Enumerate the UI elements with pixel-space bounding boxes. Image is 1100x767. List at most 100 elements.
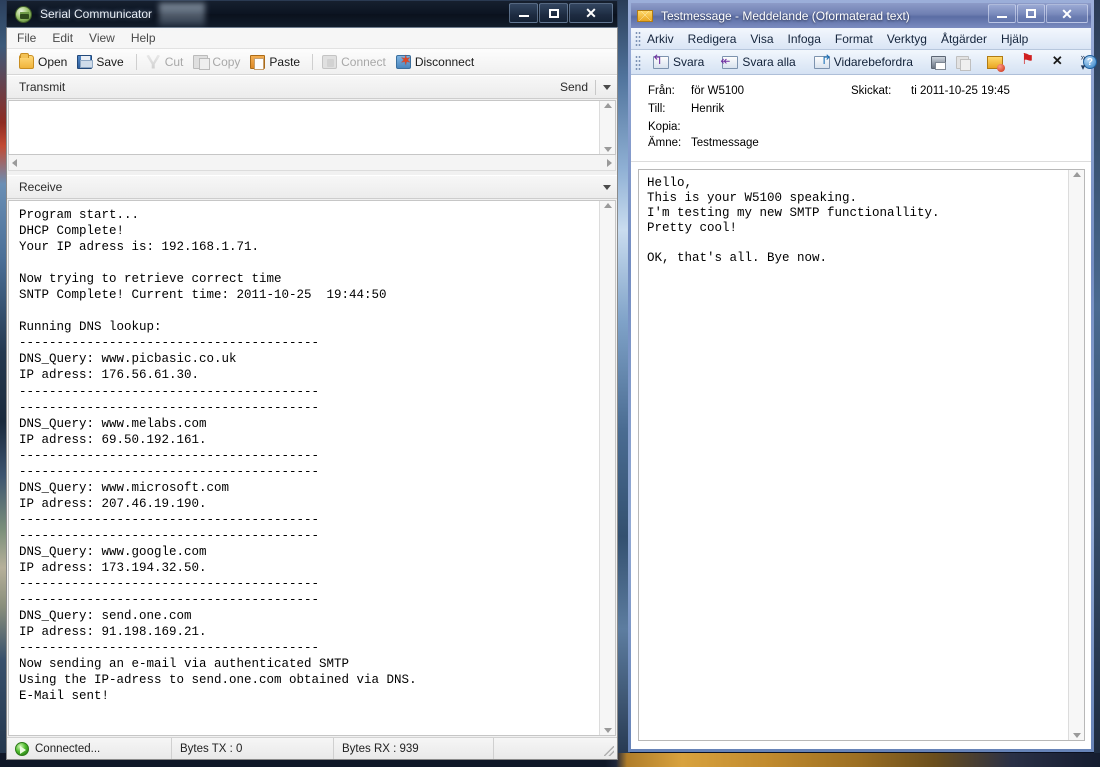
print-button[interactable]: [927, 55, 950, 70]
print-icon: [931, 56, 946, 69]
paste-button[interactable]: Paste: [248, 54, 305, 70]
mark-unread-button[interactable]: [983, 55, 1007, 70]
receive-vertical-scrollbar[interactable]: [599, 201, 615, 735]
connect-button-label: Connect: [341, 55, 386, 69]
sent-value: ti 2011-10-25 19:45: [911, 85, 1091, 97]
delete-x-icon: [1052, 56, 1065, 69]
connection-status-text: Connected...: [35, 743, 100, 755]
app-circle-icon: [15, 6, 32, 23]
mail-row-cc: Kopia:: [631, 121, 1091, 137]
close-button[interactable]: ✕: [569, 3, 613, 23]
mail-vertical-scrollbar[interactable]: [1068, 170, 1084, 740]
mail-window-title: Testmessage - Meddelande (Oformaterad te…: [661, 9, 910, 23]
receive-scroll-down-icon[interactable]: [604, 728, 612, 733]
mail-row-to: Till: Henrik: [631, 103, 1091, 121]
envelope-icon: [637, 10, 653, 22]
save-button[interactable]: Save: [75, 54, 128, 70]
receive-panel-header: Receive: [7, 175, 617, 199]
receive-scroll-up-icon[interactable]: [604, 203, 612, 208]
toolbar-drag-handle-icon[interactable]: [635, 55, 641, 70]
menu-item-view[interactable]: View: [89, 31, 115, 45]
mail-menu-hjalp[interactable]: Hjälp: [1001, 32, 1028, 46]
mail-minimize-button[interactable]: [988, 4, 1016, 23]
chevron-down-icon[interactable]: [603, 85, 611, 90]
folder-open-icon: [19, 55, 34, 69]
title-glass-highlight: [159, 3, 205, 26]
disconnect-button[interactable]: Disconnect: [394, 54, 479, 70]
transmit-vertical-scrollbar[interactable]: [599, 101, 615, 154]
mail-body-panel: Hello, This is your W5100 speaking. I'm …: [638, 169, 1085, 741]
copy-message-button[interactable]: [952, 55, 973, 70]
copy-icon: [956, 56, 969, 69]
transmit-label: Transmit: [19, 80, 65, 94]
toolbar-separator-2: [312, 54, 313, 70]
mail-menu-bar: Arkiv Redigera Visa Infoga Format Verkty…: [631, 28, 1091, 50]
menu-drag-handle-icon[interactable]: [635, 31, 641, 46]
floppy-disk-icon: [77, 55, 92, 69]
subject-value: Testmessage: [691, 137, 851, 149]
transmit-panel-header: Transmit Send: [7, 75, 617, 99]
mail-body-text: Hello, This is your W5100 speaking. I'm …: [639, 170, 1068, 740]
send-button[interactable]: Send: [560, 80, 588, 94]
serial-window-title: Serial Communicator: [40, 7, 152, 21]
menu-item-help[interactable]: Help: [131, 31, 156, 45]
scroll-right-icon[interactable]: [607, 159, 612, 167]
reply-all-button-label: Svara alla: [742, 55, 795, 69]
minimize-button[interactable]: [509, 3, 538, 23]
mail-scroll-up-icon[interactable]: [1073, 172, 1081, 177]
copy-button-label: Copy: [212, 55, 240, 69]
mail-menu-atgarder[interactable]: Åtgärder: [941, 32, 987, 46]
chevron-expand-icon: »: [1080, 53, 1085, 62]
toolbar-overflow-button[interactable]: » ▾: [1077, 52, 1089, 72]
transmit-horizontal-scrollbar[interactable]: [8, 155, 616, 171]
serial-status-bar: Connected... Bytes TX : 0 Bytes RX : 939: [7, 737, 617, 759]
reply-button[interactable]: Svara: [649, 54, 708, 70]
mail-menu-arkiv[interactable]: Arkiv: [647, 32, 674, 46]
reply-all-button[interactable]: Svara alla: [718, 54, 799, 70]
mail-close-button[interactable]: ✕: [1046, 4, 1088, 23]
scroll-up-icon[interactable]: [604, 103, 612, 108]
menu-item-file[interactable]: File: [17, 31, 36, 45]
mail-title-bar[interactable]: Testmessage - Meddelande (Oformaterad te…: [631, 3, 1091, 28]
copy-button[interactable]: Copy: [191, 54, 245, 70]
maximize-button[interactable]: [539, 3, 568, 23]
status-extra-cell: [494, 738, 617, 759]
status-bytes-rx-cell: Bytes RX : 939: [334, 738, 494, 759]
reply-icon: [653, 56, 669, 69]
delete-button[interactable]: [1048, 55, 1069, 70]
to-label: Till:: [631, 103, 691, 115]
serial-communicator-window: Serial Communicator ✕ File Edit View Hel…: [6, 0, 618, 760]
flag-button[interactable]: [1017, 55, 1038, 70]
cc-label: Kopia:: [631, 121, 691, 133]
transmit-input[interactable]: [9, 101, 599, 154]
serial-window-body: File Edit View Help Open Save Cut Copy: [6, 27, 618, 760]
scroll-left-icon[interactable]: [12, 159, 17, 167]
mail-menu-infoga[interactable]: Infoga: [788, 32, 821, 46]
cut-button[interactable]: Cut: [144, 54, 189, 70]
mail-menu-visa[interactable]: Visa: [750, 32, 773, 46]
outlook-message-window: Testmessage - Meddelande (Oformaterad te…: [628, 0, 1094, 752]
forward-button[interactable]: Vidarebefordra: [810, 54, 917, 70]
menu-item-edit[interactable]: Edit: [52, 31, 73, 45]
mail-toolbar: Svara Svara alla Vidarebefordra: [631, 50, 1091, 75]
receive-chevron-down-icon[interactable]: [603, 185, 611, 190]
sent-label: Skickat:: [851, 85, 911, 97]
connect-button[interactable]: Connect: [320, 54, 391, 70]
mail-window-controls: ✕: [988, 4, 1088, 23]
to-value: Henrik: [691, 103, 851, 115]
mail-scroll-down-icon[interactable]: [1073, 733, 1081, 738]
mail-menu-format[interactable]: Format: [835, 32, 873, 46]
flag-icon: [1021, 56, 1034, 69]
scroll-down-icon[interactable]: [604, 147, 612, 152]
reply-all-icon: [722, 56, 738, 69]
status-connection-cell: Connected...: [7, 738, 172, 759]
serial-window-controls: ✕: [509, 3, 613, 23]
resize-grip-icon[interactable]: [604, 746, 614, 756]
copy-icon: [193, 55, 208, 69]
serial-title-bar[interactable]: Serial Communicator ✕: [6, 0, 618, 27]
mail-menu-verktyg[interactable]: Verktyg: [887, 32, 927, 46]
mail-menu-redigera[interactable]: Redigera: [688, 32, 737, 46]
open-button[interactable]: Open: [17, 54, 72, 70]
mail-maximize-button[interactable]: [1017, 4, 1045, 23]
subject-label: Ämne:: [631, 137, 691, 149]
